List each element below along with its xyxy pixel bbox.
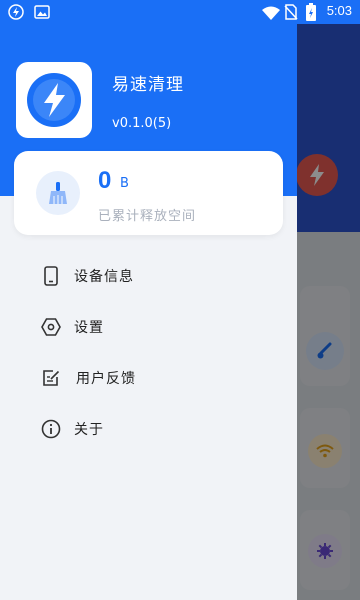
menu-item-feedback[interactable]: 用户反馈 — [0, 352, 297, 403]
wifi-icon — [262, 5, 280, 24]
feedback-icon — [40, 367, 62, 389]
info-icon — [40, 418, 62, 440]
menu-item-label: 设备信息 — [74, 268, 134, 285]
app-logo — [16, 62, 92, 138]
broom-icon — [36, 171, 80, 215]
space-freed-value: 0 — [98, 167, 112, 194]
menu-item-label: 设置 — [74, 319, 104, 336]
menu-item-about[interactable]: 关于 — [0, 403, 297, 454]
app-version: v0.1.0(5) — [112, 116, 172, 131]
menu-item-label: 用户反馈 — [76, 370, 136, 387]
bolt-logo-icon — [27, 73, 81, 127]
space-freed-card: 0 B 已累计释放空间 — [14, 151, 283, 235]
settings-icon — [40, 316, 62, 338]
navigation-drawer: 易速清理 v0.1.0(5) 0 B 已累计释放空间 设备信息 设置 用户反馈 … — [0, 0, 297, 600]
menu-item-settings[interactable]: 设置 — [0, 301, 297, 352]
menu-item-label: 关于 — [74, 421, 104, 438]
clock: 5:03 — [326, 3, 352, 18]
space-freed-unit: B — [120, 176, 129, 191]
phone-icon — [40, 265, 62, 287]
image-icon — [34, 4, 50, 24]
drawer-menu: 设备信息 设置 用户反馈 关于 — [0, 250, 297, 454]
app-notification-icon — [8, 4, 24, 24]
battery-icon — [306, 3, 316, 25]
app-name: 易速清理 — [112, 75, 184, 95]
space-freed-caption: 已累计释放空间 — [98, 209, 197, 224]
no-sim-icon — [284, 4, 298, 24]
menu-item-device-info[interactable]: 设备信息 — [0, 250, 297, 301]
status-bar: 5:03 — [0, 0, 360, 24]
